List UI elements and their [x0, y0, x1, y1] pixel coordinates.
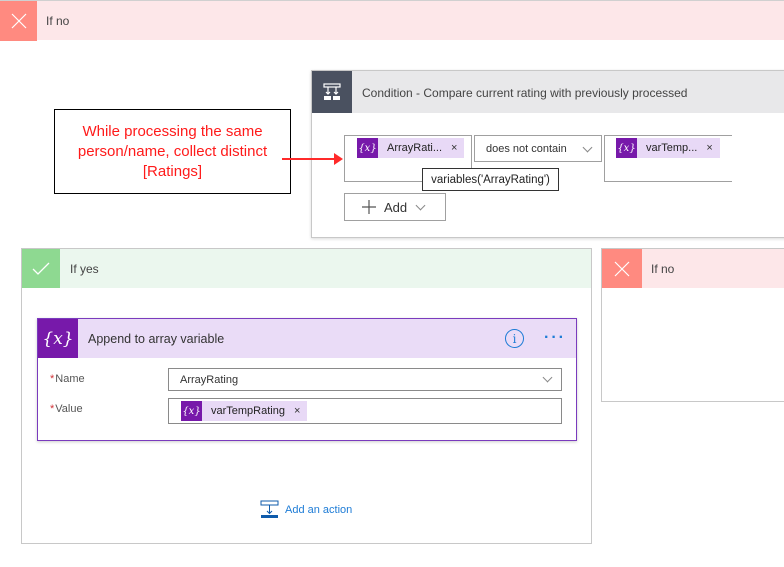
- condition-title: Condition - Compare current rating with …: [362, 86, 688, 100]
- remove-token-button[interactable]: ×: [697, 142, 719, 154]
- name-field-value: ArrayRating: [180, 374, 239, 386]
- variable-icon: {x}: [616, 138, 637, 158]
- branch-label: If no: [46, 14, 70, 28]
- annotation-callout: While processing the same person/name, c…: [54, 109, 291, 194]
- annotation-arrow-head: [334, 153, 343, 165]
- more-options-icon[interactable]: ···: [544, 329, 566, 347]
- add-condition-button[interactable]: Add: [344, 193, 446, 221]
- branch-label: If yes: [70, 262, 99, 276]
- top-if-no-branch-header: If no: [0, 0, 784, 41]
- append-array-action-card: {x} Append to array variable i ··· *Name…: [37, 318, 577, 441]
- right-operand-token[interactable]: {x} varTemp... ×: [616, 138, 720, 158]
- add-action-icon: [260, 500, 279, 519]
- add-an-action-button[interactable]: Add an action: [260, 500, 352, 519]
- action-title: Append to array variable: [88, 332, 225, 346]
- condition-header[interactable]: Condition - Compare current rating with …: [312, 71, 784, 113]
- right-operand-field[interactable]: {x} varTemp... ×: [604, 135, 732, 182]
- chevron-down-icon: [582, 142, 593, 153]
- chevron-down-icon: [542, 372, 553, 383]
- token-label: varTemp...: [646, 142, 698, 154]
- value-token[interactable]: {x} varTempRating ×: [181, 401, 308, 421]
- add-button-label: Add: [384, 199, 408, 215]
- add-action-label: Add an action: [285, 503, 353, 516]
- info-icon[interactable]: i: [505, 329, 524, 348]
- name-field-dropdown[interactable]: ArrayRating: [168, 368, 562, 391]
- close-icon: [0, 1, 37, 41]
- variable-icon: {x}: [181, 401, 202, 421]
- if-yes-header: If yes: [22, 249, 591, 288]
- left-operand-token[interactable]: {x} ArrayRati... ×: [357, 138, 465, 158]
- operator-value: does not contain: [486, 143, 567, 155]
- name-field-label: *Name: [50, 373, 85, 385]
- operator-dropdown[interactable]: does not contain: [474, 135, 602, 162]
- token-label: varTempRating: [211, 405, 285, 417]
- close-icon: [602, 249, 642, 288]
- variable-icon: {x}: [357, 138, 378, 158]
- variable-icon: {x}: [38, 319, 78, 358]
- action-header[interactable]: {x} Append to array variable i ···: [38, 319, 576, 358]
- remove-token-button[interactable]: ×: [285, 405, 307, 417]
- remove-token-button[interactable]: ×: [442, 142, 464, 154]
- plus-icon: [362, 200, 376, 214]
- token-tooltip: variables('ArrayRating'): [422, 168, 559, 191]
- value-field-label: *Value: [50, 403, 83, 415]
- branch-label: If no: [651, 262, 675, 276]
- check-icon: [22, 249, 60, 288]
- token-label: ArrayRati...: [387, 142, 443, 154]
- if-no-header: If no: [602, 249, 784, 288]
- value-field-input[interactable]: {x} varTempRating ×: [168, 398, 562, 424]
- annotation-arrow: [282, 158, 338, 160]
- chevron-down-icon: [415, 200, 426, 210]
- if-no-branch: If no: [601, 248, 784, 402]
- condition-icon: [312, 71, 352, 113]
